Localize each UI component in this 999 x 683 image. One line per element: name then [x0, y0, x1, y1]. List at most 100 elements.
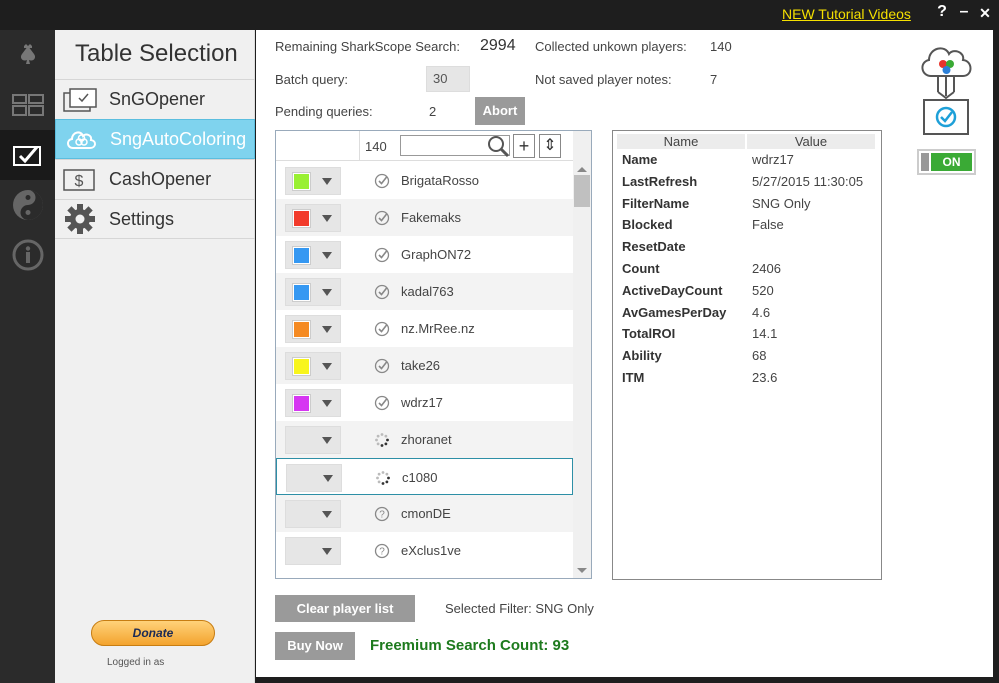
player-row[interactable]: nz.MrRee.nz	[276, 310, 573, 347]
check-circle-icon	[374, 321, 390, 337]
color-picker-dropdown[interactable]	[285, 204, 341, 232]
player-name: nz.MrRee.nz	[401, 321, 475, 336]
prop-value: False	[752, 217, 784, 233]
nav-item-sngopener[interactable]: SnGOpener	[55, 79, 255, 119]
sort-button[interactable]: ⇕	[539, 134, 561, 158]
color-swatch	[292, 172, 311, 191]
color-swatch	[292, 394, 311, 413]
svg-text:$: $	[75, 173, 84, 190]
cloud-sync-icon	[921, 47, 972, 135]
left-icon-bar	[0, 30, 55, 683]
color-picker-dropdown[interactable]	[285, 167, 341, 195]
nav-item-sngautocoloring[interactable]: SngAutoColoring	[55, 119, 255, 159]
player-row[interactable]: Fakemaks	[276, 199, 573, 236]
svg-text:?: ?	[379, 547, 385, 558]
layout-nav[interactable]	[0, 80, 55, 130]
player-row[interactable]: wdrz17	[276, 384, 573, 421]
prop-name: AvGamesPerDay	[622, 304, 727, 320]
prop-name: Blocked	[622, 217, 673, 233]
player-row[interactable]: take26	[276, 347, 573, 384]
player-row[interactable]: ? eXclus1ve	[276, 532, 573, 569]
check-circle-icon	[374, 284, 390, 300]
header-divider	[359, 131, 360, 161]
player-name: GraphON72	[401, 247, 472, 262]
scroll-thumb[interactable]	[574, 175, 590, 207]
nav-item-label: SnGOpener	[109, 89, 206, 109]
checkbox-icon	[12, 146, 41, 166]
nav-panel: Table Selection SnGOpener SngAutoColorin…	[55, 30, 255, 683]
selected-filter-label: Selected Filter: SNG Only	[445, 601, 594, 616]
color-picker-dropdown[interactable]	[285, 315, 341, 343]
chevron-down-icon	[322, 548, 332, 555]
scroll-down-arrow[interactable]	[577, 568, 587, 573]
chevron-down-icon	[322, 178, 332, 185]
yin-yang-icon	[12, 190, 43, 220]
auto-coloring-toggle[interactable]: ON	[917, 149, 976, 175]
color-picker-dropdown[interactable]	[285, 426, 341, 454]
question-circle-icon: ?	[374, 506, 390, 522]
info-nav[interactable]	[0, 230, 55, 280]
tutorial-videos-link[interactable]: NEW Tutorial Videos	[782, 6, 911, 22]
prop-value: 2406	[752, 261, 781, 276]
scroll-up-arrow[interactable]	[577, 167, 587, 172]
spade-crown-icon	[20, 44, 35, 64]
prop-value: 23.6	[752, 370, 778, 385]
player-name: BrigataRosso	[401, 173, 480, 188]
prop-value: 520	[752, 282, 774, 298]
nav-item-settings[interactable]: Settings	[55, 199, 255, 239]
nav-item-cashopener[interactable]: $ CashOpener	[55, 159, 255, 199]
chevron-down-icon	[322, 511, 332, 518]
player-row[interactable]: BrigataRosso	[276, 162, 573, 199]
search-icon[interactable]	[485, 134, 511, 158]
remaining-search-value: 2994	[480, 37, 516, 54]
prop-value: wdrz17	[752, 152, 794, 167]
player-row[interactable]: GraphON72	[276, 236, 573, 273]
player-name: wdrz17	[401, 395, 443, 410]
player-row[interactable]: kadal763	[276, 273, 573, 310]
chevron-down-icon	[322, 437, 332, 444]
chevron-down-icon	[322, 252, 332, 259]
sng-opener-icon	[63, 87, 97, 113]
chevron-down-icon	[322, 400, 332, 407]
help-button[interactable]: ?	[932, 3, 952, 21]
table-selection-nav[interactable]	[0, 130, 55, 180]
props-col-value: Value	[747, 134, 875, 149]
color-picker-dropdown[interactable]	[285, 278, 341, 306]
list-scrollbar[interactable]	[573, 131, 591, 578]
cloud-coloring-icon	[64, 126, 98, 152]
color-picker-dropdown[interactable]	[285, 352, 341, 380]
grid-layout-icon	[11, 94, 44, 116]
prop-name: TotalROI	[622, 326, 676, 342]
player-count: 140	[365, 139, 387, 154]
add-player-button[interactable]: +	[513, 134, 535, 158]
player-name: Fakemaks	[401, 210, 461, 225]
buy-now-button[interactable]: Buy Now	[275, 632, 355, 660]
player-name: take26	[401, 358, 441, 373]
yin-yang-nav[interactable]	[0, 180, 55, 230]
prop-name: Ability	[622, 348, 662, 364]
color-picker-dropdown[interactable]	[285, 500, 341, 528]
poker-table-nav[interactable]	[0, 30, 55, 80]
toggle-knob	[921, 153, 929, 171]
prop-value: SNG Only	[752, 195, 811, 211]
player-row[interactable]: zhoranet	[276, 421, 573, 458]
batch-query-input[interactable]: 30	[426, 66, 470, 92]
donate-button[interactable]: Donate	[91, 620, 215, 646]
player-name: eXclus1ve	[401, 543, 461, 558]
svg-text:?: ?	[379, 510, 385, 521]
color-picker-dropdown[interactable]	[285, 241, 341, 269]
color-picker-dropdown[interactable]	[285, 389, 341, 417]
question-circle-icon: ?	[374, 543, 390, 559]
close-button[interactable]: ✕	[975, 5, 995, 22]
player-row[interactable]: ? cmonDE	[276, 495, 573, 532]
abort-button[interactable]: Abort	[475, 97, 525, 125]
notes-label: Not saved player notes:	[535, 72, 672, 87]
color-picker-dropdown[interactable]	[286, 464, 342, 492]
player-row[interactable]: c1080	[276, 458, 573, 495]
logged-in-label: Logged in as	[107, 657, 165, 668]
clear-player-list-button[interactable]: Clear player list	[275, 595, 415, 622]
color-picker-dropdown[interactable]	[285, 537, 341, 565]
minimize-button[interactable]: –	[954, 3, 974, 21]
prop-name: Count	[622, 261, 660, 276]
check-circle-icon	[374, 395, 390, 411]
